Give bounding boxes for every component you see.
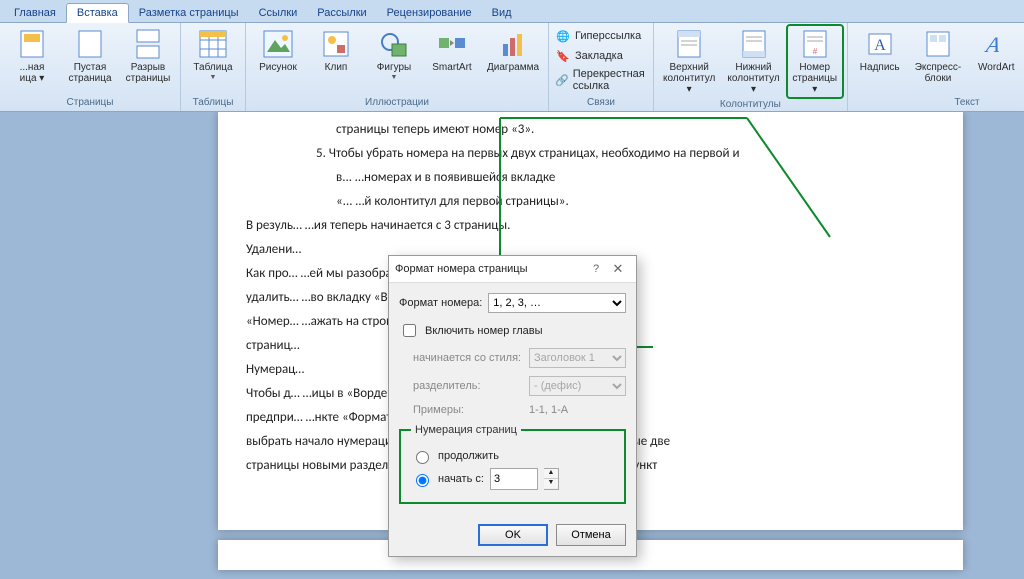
- start-at-input[interactable]: [490, 468, 538, 490]
- smartart-icon: [436, 28, 468, 60]
- group-hf-label: Колонтитулы: [658, 98, 843, 111]
- group-pages: ...ная ица ▾ Пустая страница Разрыв стра…: [0, 23, 181, 111]
- examples-value: 1-1, 1-A: [529, 404, 568, 416]
- group-pages-label: Страницы: [4, 96, 176, 109]
- separator-label: разделитель:: [413, 380, 523, 392]
- page-break-icon: [132, 28, 164, 60]
- tab-links[interactable]: Ссылки: [249, 4, 308, 22]
- group-headerfooter: Верхний колонтитул ▾ Нижний колонтитул ▾…: [654, 23, 848, 111]
- continue-radio[interactable]: [416, 451, 429, 464]
- shapes-icon: [378, 28, 410, 60]
- cover-page-icon: [16, 28, 48, 60]
- group-tables: Таблица ▼ Таблицы: [181, 23, 246, 111]
- chart-button[interactable]: Диаграмма: [482, 25, 544, 76]
- page-number-icon: #: [799, 28, 831, 60]
- tab-view[interactable]: Вид: [482, 4, 522, 22]
- bookmark-icon: 🔖: [555, 48, 571, 64]
- crossref-button[interactable]: 🔗Перекрестная ссылка: [553, 67, 649, 93]
- page-numbering-legend: Нумерация страниц: [411, 424, 521, 436]
- footer-icon: [738, 28, 770, 60]
- group-illustrations: Рисунок Клип Фигуры ▼ SmartArt Диаграмма…: [246, 23, 549, 111]
- examples-label: Примеры:: [413, 404, 523, 416]
- table-icon: [197, 28, 229, 60]
- number-format-select[interactable]: 1, 2, 3, …: [488, 293, 626, 313]
- ribbon-tabs: Главная Вставка Разметка страницы Ссылки…: [0, 0, 1024, 23]
- shapes-button[interactable]: Фигуры ▼: [366, 25, 422, 84]
- ok-button[interactable]: OK: [478, 524, 548, 546]
- include-chapter-label: Включить номер главы: [425, 325, 543, 337]
- tab-insert[interactable]: Вставка: [66, 3, 129, 23]
- textbox-button[interactable]: A Надпись: [852, 25, 908, 76]
- crossref-icon: 🔗: [555, 72, 569, 88]
- clip-icon: [320, 28, 352, 60]
- ribbon: ...ная ица ▾ Пустая страница Разрыв стра…: [0, 23, 1024, 112]
- group-links: 🌐Гиперссылка 🔖Закладка 🔗Перекрестная ссы…: [549, 23, 654, 111]
- dialog-titlebar[interactable]: Формат номера страницы ? ✕: [389, 256, 636, 283]
- group-illustrations-label: Иллюстрации: [250, 96, 544, 109]
- header-button[interactable]: Верхний колонтитул ▾: [658, 25, 720, 98]
- cover-page-button[interactable]: ...ная ица ▾: [4, 25, 60, 87]
- tab-review[interactable]: Рецензирование: [377, 4, 482, 22]
- cancel-button[interactable]: Отмена: [556, 524, 626, 546]
- picture-icon: [262, 28, 294, 60]
- group-text: A Надпись Экспресс-блоки A WordArt A Бук…: [848, 23, 1024, 111]
- group-tables-label: Таблицы: [185, 96, 241, 109]
- blank-page-button[interactable]: Пустая страница: [62, 25, 118, 87]
- svg-text:#: #: [812, 47, 817, 56]
- start-at-spin[interactable]: ▲▼: [544, 468, 559, 490]
- group-links-label: Связи: [553, 96, 649, 109]
- number-format-label: Формат номера:: [399, 297, 482, 309]
- header-icon: [673, 28, 705, 60]
- chapter-style-select: Заголовок 1: [529, 348, 626, 368]
- footer-button[interactable]: Нижний колонтитул ▾: [722, 25, 784, 98]
- start-at-radio[interactable]: [416, 474, 429, 487]
- picture-button[interactable]: Рисунок: [250, 25, 306, 76]
- wordart-button[interactable]: A WordArt: [968, 25, 1024, 76]
- wordart-icon: A: [980, 28, 1012, 60]
- bookmark-button[interactable]: 🔖Закладка: [553, 47, 649, 65]
- page-break-button[interactable]: Разрыв страницы: [120, 25, 176, 87]
- group-text-label: Текст: [852, 96, 1024, 109]
- chart-icon: [497, 28, 529, 60]
- page-numbering-fieldset: Нумерация страниц продолжить начать с: ▲…: [399, 424, 626, 504]
- table-button[interactable]: Таблица ▼: [185, 25, 241, 84]
- separator-select: - (дефис): [529, 376, 626, 396]
- continue-label: продолжить: [438, 450, 499, 462]
- clip-button[interactable]: Клип: [308, 25, 364, 76]
- smartart-button[interactable]: SmartArt: [424, 25, 480, 76]
- quickparts-icon: [922, 28, 954, 60]
- page-number-format-dialog: Формат номера страницы ? ✕ Формат номера…: [388, 255, 637, 557]
- blank-page-icon: [74, 28, 106, 60]
- dialog-title: Формат номера страницы: [395, 263, 586, 275]
- svg-text:A: A: [983, 32, 1003, 57]
- tab-mail[interactable]: Рассылки: [307, 4, 376, 22]
- chapter-style-label: начинается со стиля:: [413, 352, 523, 364]
- globe-icon: 🌐: [555, 28, 571, 44]
- textbox-icon: A: [864, 28, 896, 60]
- dialog-help-button[interactable]: ?: [586, 263, 606, 275]
- page-number-button[interactable]: # Номер страницы ▾: [787, 25, 843, 98]
- chevron-down-icon: ▼: [391, 74, 398, 81]
- quickparts-button[interactable]: Экспресс-блоки: [910, 25, 967, 87]
- document-area[interactable]: страницы теперь имеют номер «3». 5. Чтоб…: [0, 112, 1024, 579]
- include-chapter-checkbox[interactable]: [403, 324, 416, 337]
- tab-layout[interactable]: Разметка страницы: [129, 4, 249, 22]
- chevron-down-icon: ▼: [210, 74, 217, 81]
- hyperlink-button[interactable]: 🌐Гиперссылка: [553, 27, 649, 45]
- dialog-close-button[interactable]: ✕: [606, 261, 630, 277]
- svg-text:A: A: [874, 37, 886, 54]
- tab-main[interactable]: Главная: [4, 4, 66, 22]
- start-at-label: начать с:: [438, 473, 484, 485]
